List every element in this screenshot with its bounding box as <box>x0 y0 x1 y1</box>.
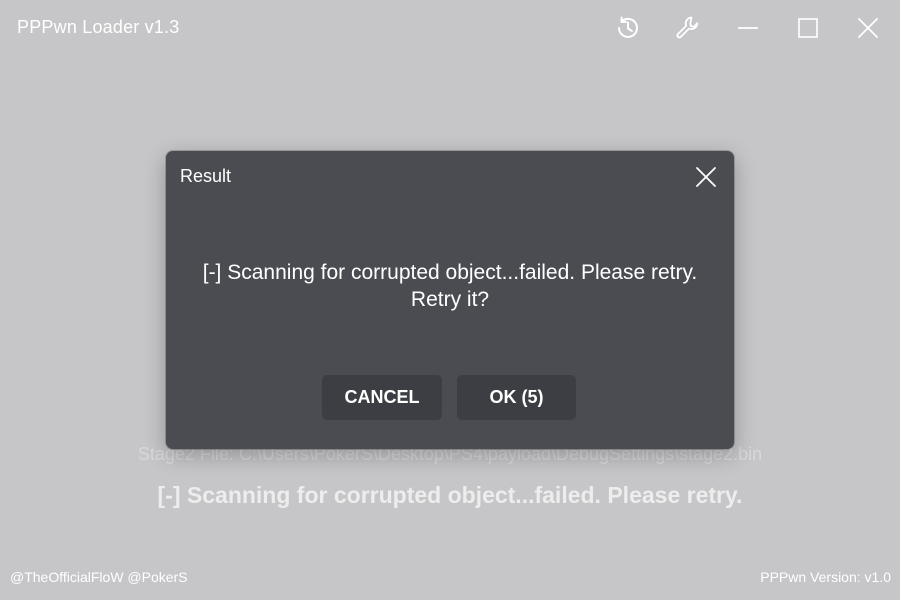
cancel-button[interactable]: CANCEL <box>322 375 442 420</box>
status-message: [-] Scanning for corrupted object...fail… <box>157 482 743 508</box>
dialog-title: Result <box>180 166 232 186</box>
credits-label: @TheOfficialFloW @PokerS <box>10 569 188 585</box>
close-icon[interactable] <box>852 12 884 44</box>
history-icon[interactable] <box>612 12 644 44</box>
minimize-icon[interactable] <box>732 12 764 44</box>
app-window: PPPwn Loader v1.3 Stage2 File: C:\Users\… <box>0 0 900 600</box>
ok-button[interactable]: OK (5) <box>457 375 576 420</box>
wrench-icon[interactable] <box>672 12 704 44</box>
result-dialog: Result [-] Scanning for corrupted object… <box>166 151 734 449</box>
maximize-icon[interactable] <box>792 12 824 44</box>
dialog-message: [-] Scanning for corrupted object...fail… <box>202 261 698 311</box>
app-title: PPPwn Loader v1.3 <box>17 17 180 37</box>
version-label: PPPwn Version: v1.0 <box>760 569 891 585</box>
title-bar: PPPwn Loader v1.3 <box>0 0 900 56</box>
dialog-close-icon[interactable] <box>694 165 718 189</box>
